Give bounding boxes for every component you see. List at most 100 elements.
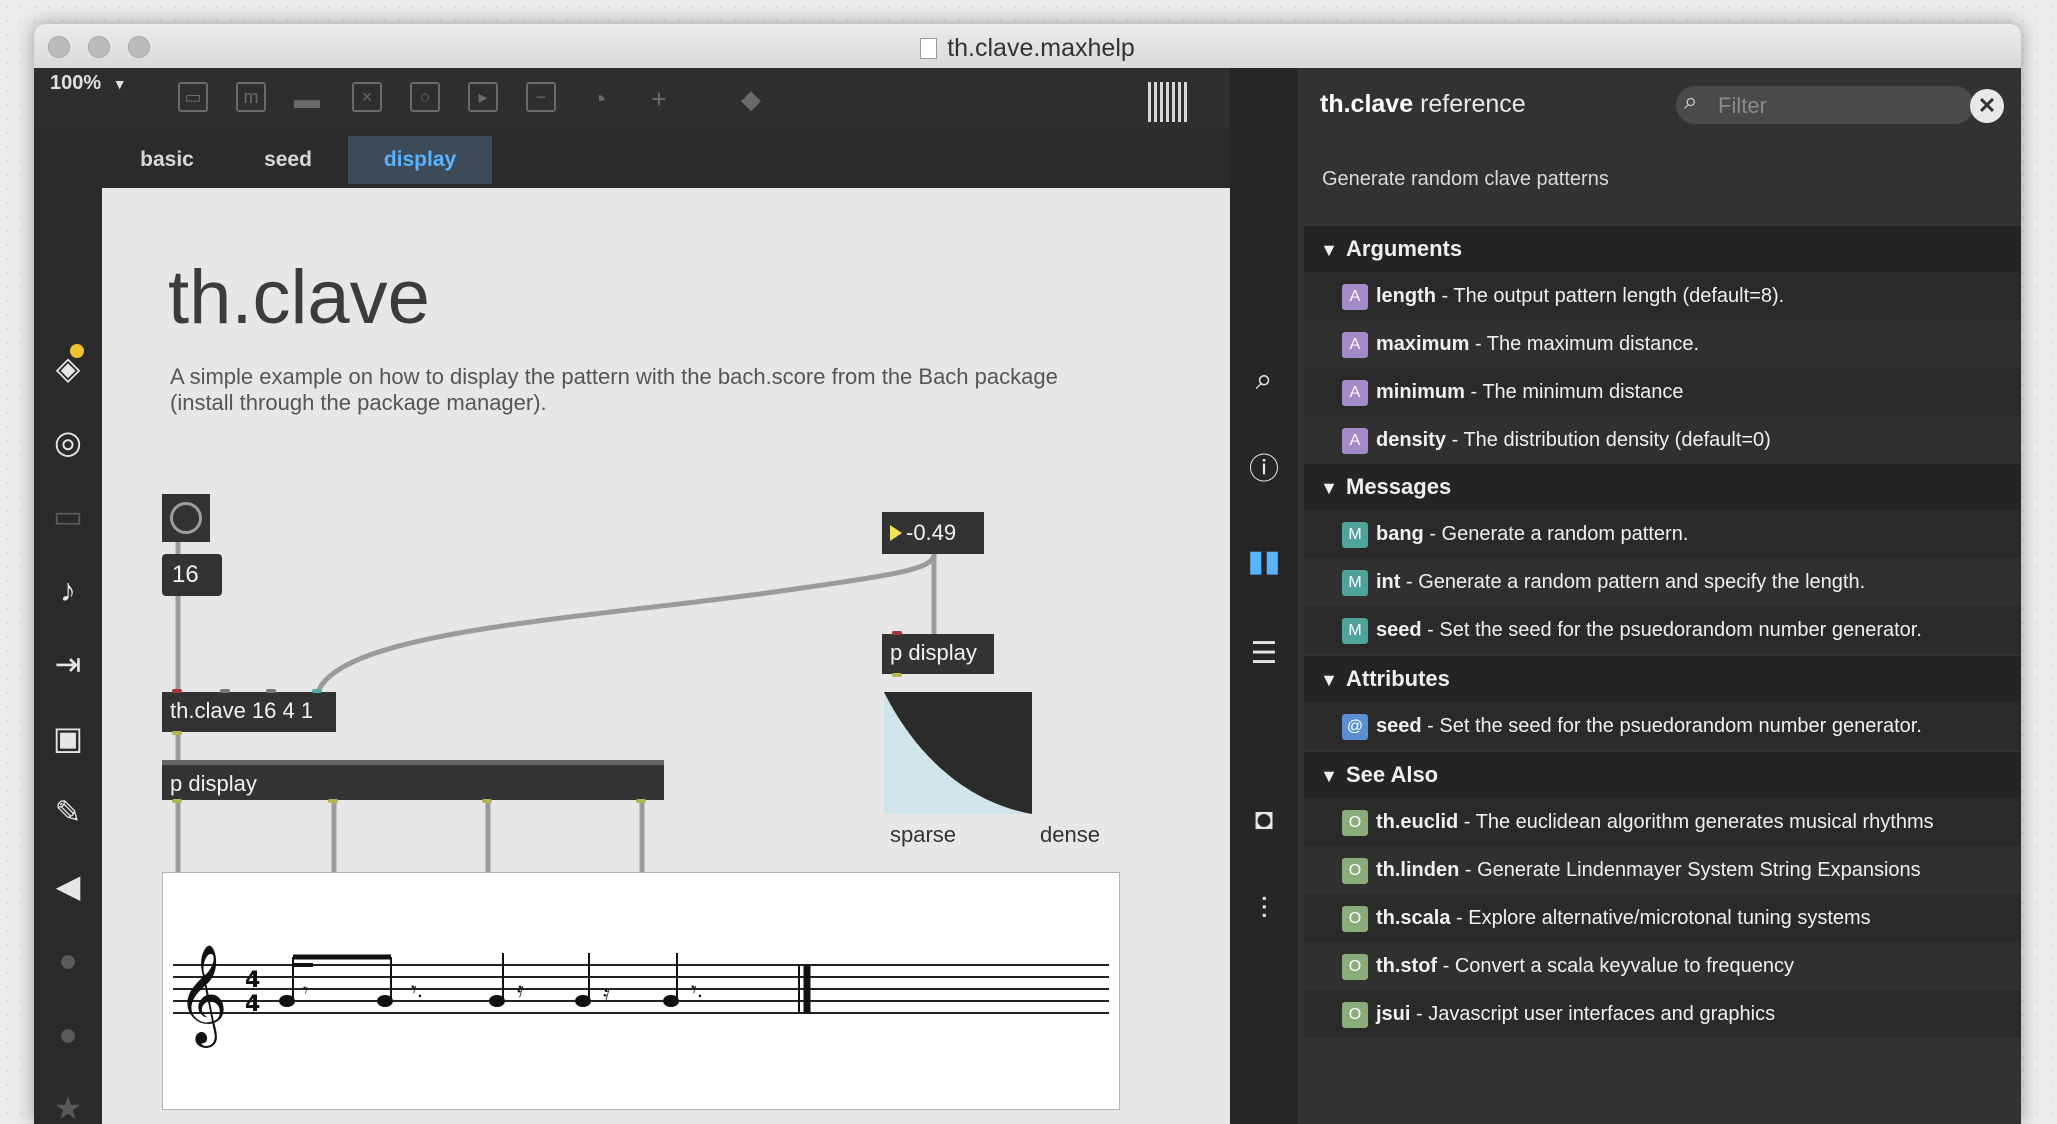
tab-seed[interactable]: seed — [228, 136, 348, 184]
star-icon[interactable]: ★ — [46, 1086, 90, 1124]
display-outlet[interactable] — [482, 799, 492, 803]
list-item[interactable]: Mbang - Generate a random pattern. — [1304, 510, 2021, 558]
display-outlet[interactable] — [892, 673, 902, 677]
grid-icon[interactable] — [1148, 82, 1188, 122]
clave-inlet[interactable] — [266, 689, 276, 693]
beatport-icon[interactable]: ● — [46, 1012, 90, 1056]
plugin-icon[interactable]: ◀ — [46, 864, 90, 908]
item-text: - The euclidean algorithm generates musi… — [1458, 811, 1934, 833]
argument-badge-icon: A — [1342, 284, 1368, 310]
section-attributes[interactable]: ▼ Attributes — [1304, 656, 2021, 702]
dial-object-icon[interactable]: ◔ — [582, 82, 616, 116]
list-item[interactable]: Amaximum - The maximum distance. — [1304, 320, 2021, 368]
display-outlet[interactable] — [172, 799, 182, 803]
display-outlet[interactable] — [328, 799, 338, 803]
p-display-score-object[interactable]: p display — [162, 760, 664, 803]
window-title-text: th.clave.maxhelp — [947, 34, 1135, 62]
argument-badge-icon: A — [1342, 332, 1368, 358]
svg-text:𝄾.: 𝄾. — [411, 977, 423, 1002]
clave-outlet[interactable] — [172, 731, 182, 735]
disclosure-triangle-icon: ▼ — [1320, 478, 1338, 498]
zoom-dropdown[interactable]: 100% ▼ — [50, 72, 127, 95]
object-badge-icon: O — [1342, 906, 1368, 932]
package-icon[interactable]: ◈ — [46, 344, 90, 390]
list-item[interactable]: Oth.linden - Generate Lindenmayer System… — [1304, 846, 2021, 894]
section-label: Messages — [1346, 474, 1452, 499]
item-name: density — [1376, 429, 1447, 451]
section-see-also[interactable]: ▼ See Also — [1304, 752, 2021, 798]
tab-basic[interactable]: basic — [106, 136, 228, 184]
density-curve-display — [884, 692, 1032, 814]
p-display-curve-text: p display — [890, 640, 977, 665]
play-object-icon[interactable]: ▸ — [468, 82, 498, 112]
list-item[interactable]: Adensity - The distribution density (def… — [1304, 416, 2021, 464]
reference-title-suffix: reference — [1420, 90, 1526, 118]
snapshot-icon[interactable]: ◘ — [1242, 798, 1286, 842]
bach-score-display[interactable]: 𝄞 4 4 𝄾 𝄾. 𝄿 𝄿 𝄾. — [162, 872, 1120, 1110]
message-badge-icon: M — [1342, 522, 1368, 548]
new-object-icon[interactable]: ▭ — [178, 82, 208, 112]
item-text: - Generate a random pattern and specify … — [1400, 571, 1866, 593]
slider-object-icon[interactable]: − — [526, 82, 556, 112]
paint-bucket-icon[interactable]: ◆ — [734, 82, 768, 116]
section-arguments[interactable]: ▼ Arguments — [1304, 226, 2021, 272]
search-icon: ⌕ — [1684, 88, 1698, 115]
object-badge-icon: O — [1342, 954, 1368, 980]
th-clave-object[interactable]: th.clave 16 4 1 — [162, 689, 336, 735]
list-item[interactable]: Oth.stof - Convert a scala keyvalue to f… — [1304, 942, 2021, 990]
svg-text:𝄾.: 𝄾. — [691, 977, 703, 1002]
new-message-icon[interactable]: m — [236, 82, 266, 112]
display-outlet[interactable] — [636, 799, 646, 803]
svg-text:𝄾: 𝄾 — [303, 980, 308, 1002]
item-name: int — [1376, 571, 1401, 593]
display-inlet[interactable] — [892, 631, 902, 635]
item-name: bang — [1376, 523, 1424, 545]
list-item[interactable]: Oth.scala - Explore alternative/microton… — [1304, 894, 2021, 942]
p-display-curve-object[interactable]: p display — [882, 631, 994, 677]
comment-icon[interactable]: ▬ — [290, 82, 324, 116]
clave-inlet[interactable] — [312, 689, 322, 693]
bang-button[interactable] — [162, 494, 210, 542]
float-number-value: -0.49 — [906, 520, 957, 545]
list-icon[interactable]: ☰ — [1242, 632, 1286, 676]
list-item[interactable]: Alength - The output pattern length (def… — [1304, 272, 2021, 320]
keyboard-icon[interactable]: ▭ — [46, 494, 90, 538]
p-display-score-text: p display — [170, 771, 257, 796]
target-icon[interactable]: ◎ — [46, 420, 90, 464]
step-sequencer-icon[interactable]: ⇥ — [46, 642, 90, 686]
item-text: - The distribution density (default=0) — [1446, 429, 1771, 451]
search-icon[interactable]: ⌕ — [1242, 358, 1286, 402]
paperclip-icon[interactable]: ✎ — [46, 790, 90, 834]
list-item[interactable]: Mseed - Set the seed for the psuedorando… — [1304, 606, 2021, 654]
patcher-canvas: th.clave A simple example on how to disp… — [102, 188, 1230, 1124]
list-item[interactable]: Ojsui - Javascript user interfaces and g… — [1304, 990, 2021, 1038]
tab-display[interactable]: display — [348, 136, 492, 184]
list-item[interactable]: Mint - Generate a random pattern and spe… — [1304, 558, 2021, 606]
clave-inlet[interactable] — [220, 689, 230, 693]
button-object-icon[interactable]: × — [352, 82, 382, 112]
image-icon[interactable]: ▣ — [46, 716, 90, 760]
vimeo-icon[interactable]: ● — [46, 938, 90, 982]
number-box[interactable]: 16 — [162, 554, 222, 596]
float-number-box[interactable]: -0.49 — [882, 512, 984, 554]
item-text: - The minimum distance — [1464, 381, 1684, 403]
section-messages[interactable]: ▼ Messages — [1304, 464, 2021, 510]
toggle-object-icon[interactable]: ○ — [410, 82, 440, 112]
add-object-icon[interactable]: + — [642, 82, 676, 116]
filter-input[interactable] — [1716, 86, 1960, 126]
music-note-icon[interactable]: ♪ — [46, 568, 90, 612]
cord-float-clave — [315, 551, 937, 695]
item-text: - Generate a random pattern. — [1423, 523, 1689, 545]
close-icon[interactable]: ✕ — [1970, 89, 2004, 123]
mixer-icon[interactable]: ⫶ — [1242, 888, 1286, 932]
reference-book-icon[interactable]: ▮▮ — [1242, 540, 1286, 584]
list-item[interactable]: @ seed - Set the seed for the psuedorando… — [1304, 702, 2021, 750]
patcher-toolbar: 100% ▼ ▭ m ▬ × ○ ▸ − ◔ + ◆ — [34, 68, 1264, 128]
object-badge-icon: O — [1342, 858, 1368, 884]
attribute-badge-icon: @ — [1342, 714, 1368, 740]
window-title: th.clave.maxhelp — [34, 34, 2021, 63]
clave-inlet[interactable] — [172, 689, 182, 693]
list-item[interactable]: Aminimum - The minimum distance — [1304, 368, 2021, 416]
info-icon[interactable]: ⓘ — [1242, 448, 1286, 492]
list-item[interactable]: Oth.euclid - The euclidean algorithm gen… — [1304, 798, 2021, 846]
